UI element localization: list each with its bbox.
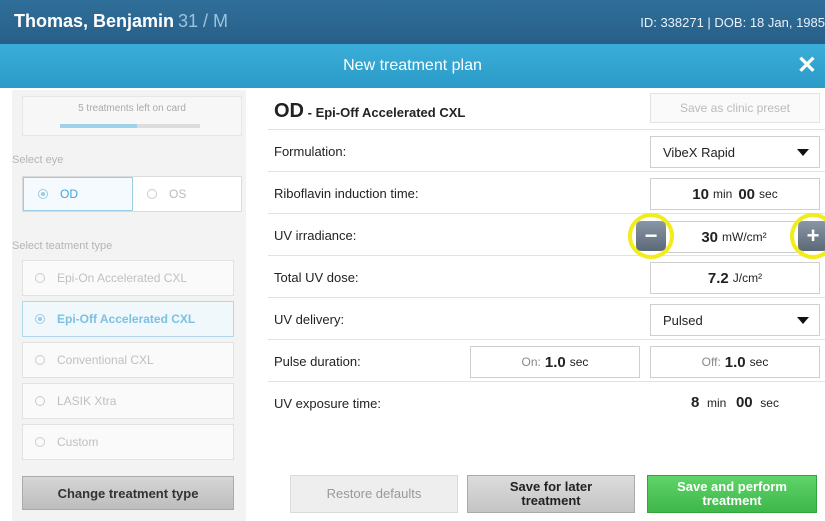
pulse-off-unit: sec: [749, 355, 769, 369]
type-option-custom[interactable]: Custom: [22, 424, 234, 460]
minus-icon: −: [636, 221, 666, 251]
induction-min: 10: [692, 185, 709, 203]
plus-icon: +: [798, 221, 825, 251]
induction-row: Riboflavin induction time: 10 min 00 sec: [268, 174, 825, 214]
radio-icon: [35, 437, 45, 447]
induction-time-field[interactable]: 10 min 00 sec: [650, 178, 820, 210]
plan-title: OD - Epi-Off Accelerated CXL: [274, 100, 465, 123]
type-option-label: Epi-Off Accelerated CXL: [57, 312, 196, 326]
dose-unit: J/cm²: [732, 271, 763, 285]
save-later-line1: Save for later: [509, 479, 593, 494]
pulse-on-unit: sec: [569, 355, 589, 369]
radio-icon: [35, 396, 45, 406]
plan-title-row: OD - Epi-Off Accelerated CXL Save as cli…: [268, 90, 825, 130]
save-perform-line1: Save and perform: [677, 479, 787, 494]
delivery-label: UV delivery:: [274, 312, 345, 327]
induction-min-unit: min: [712, 187, 733, 201]
type-option-epi-on[interactable]: Epi-On Accelerated CXL: [22, 260, 234, 296]
patient-name-text: Thomas, Benjamin: [14, 11, 175, 31]
treatment-plan-panel: OD - Epi-Off Accelerated CXL Save as cli…: [260, 90, 825, 521]
type-option-label: LASIK Xtra: [57, 394, 117, 408]
exposure-time-value: 8 min 00 sec: [650, 394, 820, 411]
dropdown-caret-icon: [797, 148, 809, 156]
radio-selected-icon: [35, 314, 45, 324]
treatments-progress-fill: [60, 124, 137, 128]
exposure-min-unit: min: [707, 396, 727, 410]
pulse-off-value: 1.0: [724, 353, 746, 371]
type-option-conventional[interactable]: Conventional CXL: [22, 342, 234, 378]
induction-sec: 00: [738, 185, 756, 203]
type-option-label: Custom: [57, 435, 99, 449]
sidebar: 5 treatments left on card Select eye OD …: [12, 90, 246, 521]
select-eye-label: Select eye: [12, 154, 64, 166]
radio-icon: [147, 189, 157, 199]
dose-value: 7.2: [707, 269, 729, 287]
eye-option-od[interactable]: OD: [23, 177, 133, 211]
treatments-progress-bar: [60, 124, 200, 128]
pulse-off-field[interactable]: Off: 1.0 sec: [650, 346, 820, 378]
patient-age-sex: 31 / M: [178, 11, 229, 31]
type-option-lasik-xtra[interactable]: LASIK Xtra: [22, 383, 234, 419]
patient-id-dob: ID: 338271 | DOB: 18 Jan, 1985: [640, 15, 825, 30]
radio-icon: [35, 355, 45, 365]
pulse-on-label: On:: [521, 355, 541, 369]
card-status: 5 treatments left on card: [22, 96, 242, 136]
eye-option-os[interactable]: OS: [133, 177, 241, 211]
irradiance-label: UV irradiance:: [274, 228, 357, 243]
induction-sec-unit: sec: [759, 187, 778, 201]
radio-icon: [35, 273, 45, 283]
dropdown-caret-icon: [797, 316, 809, 324]
formulation-row: Formulation: VibeX Rapid: [268, 132, 825, 172]
decrease-irradiance-button[interactable]: −: [628, 213, 674, 259]
delivery-value: Pulsed: [663, 312, 703, 328]
exposure-label: UV exposure time:: [274, 396, 381, 411]
eye-selector: OD OS: [22, 176, 242, 212]
induction-label: Riboflavin induction time:: [274, 186, 419, 201]
formulation-label: Formulation:: [274, 144, 347, 159]
save-perform-line2: treatment: [702, 493, 762, 508]
dose-label: Total UV dose:: [274, 270, 359, 285]
select-type-label: Select teatment type: [12, 240, 113, 252]
type-option-label: Conventional CXL: [57, 353, 154, 367]
save-later-line2: treatment: [521, 493, 581, 508]
change-treatment-type-button[interactable]: Change treatment type: [22, 476, 234, 510]
pulse-off-label: Off:: [701, 355, 721, 369]
radio-selected-icon: [38, 189, 48, 199]
eye-option-od-label: OD: [60, 187, 78, 201]
patient-name: Thomas, Benjamin 31 / M: [14, 11, 228, 32]
irradiance-value: 30: [701, 228, 719, 246]
patient-header: Thomas, Benjamin 31 / M ID: 338271 | DOB:…: [0, 0, 825, 44]
dialog-title-bar: New treatment plan ✕: [0, 44, 825, 88]
save-and-perform-button[interactable]: Save and perform treatment: [647, 475, 817, 513]
pulse-on-value: 1.0: [544, 353, 566, 371]
formulation-value: VibeX Rapid: [663, 144, 736, 160]
exposure-sec: 00: [735, 394, 753, 411]
delivery-select[interactable]: Pulsed: [650, 304, 820, 336]
save-for-later-button[interactable]: Save for later treatment: [467, 475, 635, 513]
plan-name: - Epi-Off Accelerated CXL: [307, 105, 466, 120]
dose-row: Total UV dose: 7.2 J/cm²: [268, 258, 825, 298]
exposure-row: UV exposure time: 8 min 00 sec: [268, 384, 825, 424]
irradiance-row: UV irradiance: 30 mW/cm² − +: [268, 213, 825, 259]
type-option-epi-off[interactable]: Epi-Off Accelerated CXL: [22, 301, 234, 337]
restore-defaults-button[interactable]: Restore defaults: [290, 475, 458, 513]
save-clinic-preset-button[interactable]: Save as clinic preset: [650, 93, 820, 123]
close-icon[interactable]: ✕: [797, 44, 817, 88]
dialog-title: New treatment plan: [343, 57, 482, 74]
delivery-row: UV delivery: Pulsed: [268, 300, 825, 340]
type-option-label: Epi-On Accelerated CXL: [57, 271, 188, 285]
eye-option-os-label: OS: [169, 187, 187, 201]
irradiance-unit: mW/cm²: [722, 230, 767, 244]
exposure-min: 8: [691, 394, 700, 411]
irradiance-stepper: 30 mW/cm² − +: [628, 213, 825, 259]
formulation-select[interactable]: VibeX Rapid: [650, 136, 820, 168]
pulse-label: Pulse duration:: [274, 354, 361, 369]
pulse-on-field[interactable]: On: 1.0 sec: [470, 346, 640, 378]
treatments-left-text: 5 treatments left on card: [78, 103, 186, 114]
dose-field[interactable]: 7.2 J/cm²: [650, 262, 820, 294]
pulse-row: Pulse duration: On: 1.0 sec Off: 1.0 sec: [268, 342, 825, 382]
irradiance-value-field[interactable]: 30 mW/cm²: [664, 221, 804, 253]
plan-eye: OD: [274, 100, 304, 122]
exposure-sec-unit: sec: [760, 396, 779, 410]
